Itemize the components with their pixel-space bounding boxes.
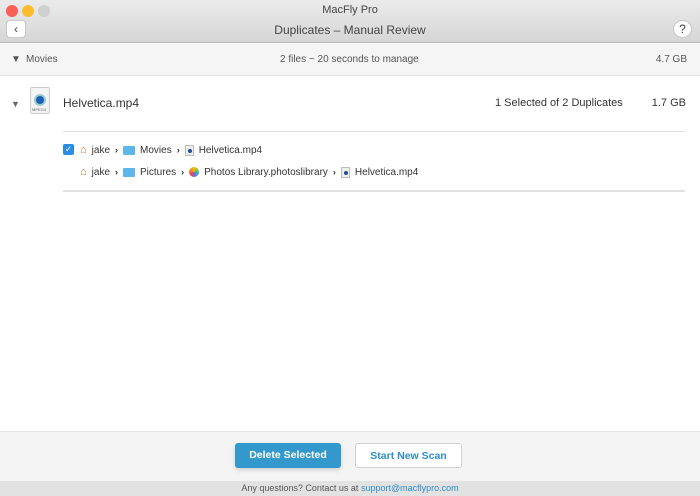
group-name: Movies	[26, 54, 58, 65]
chevron-right-icon: ›	[115, 167, 119, 177]
path-segment: Helvetica.mp4	[354, 166, 419, 178]
video-file-icon	[184, 144, 194, 156]
support-text: Any questions? Contact us at	[241, 483, 359, 493]
start-new-scan-button[interactable]: Start New Scan	[355, 443, 462, 468]
path-segment: Helvetica.mp4	[198, 144, 263, 156]
chevron-right-icon: ›	[115, 145, 119, 155]
photos-library-icon	[189, 167, 200, 177]
file-size: 1.7 GB	[651, 97, 686, 109]
selection-count: 1 Selected of 2 Duplicates	[495, 97, 623, 109]
path-segment: jake	[91, 166, 111, 178]
group-summary: 2 files ~ 20 seconds to manage	[280, 54, 419, 65]
path-segment: Photos Library.photoslibrary	[204, 166, 328, 178]
home-icon: ⌂	[80, 166, 87, 178]
support-email-link[interactable]: support@macflypro.com	[361, 483, 459, 493]
path-segment: Pictures	[140, 166, 177, 178]
mpeg4-file-icon: MPEG4	[30, 87, 50, 114]
folder-icon	[123, 167, 136, 177]
path-segment: Movies	[140, 144, 172, 156]
group-size: 4.7 GB	[655, 54, 687, 65]
duplicate-checkbox[interactable]: ✓	[63, 144, 74, 155]
chevron-right-icon: ›	[181, 167, 185, 177]
divider	[63, 190, 685, 192]
duplicate-path-2: ⌂ jake › Pictures › Photos Library.photo…	[80, 164, 418, 180]
help-button[interactable]: ?	[673, 20, 692, 38]
status-bar: Any questions? Contact us at support@mac…	[0, 481, 700, 496]
home-icon: ⌂	[80, 144, 87, 156]
video-file-icon	[340, 166, 350, 178]
file-name: Helvetica.mp4	[63, 96, 140, 110]
footer	[0, 431, 700, 481]
chevron-right-icon: ›	[332, 167, 336, 177]
chevron-right-icon: ›	[176, 145, 180, 155]
title-bar: MacFly Pro Duplicates – Manual Review ‹ …	[0, 0, 700, 43]
window-title: Duplicates – Manual Review	[274, 23, 426, 37]
disclosure-triangle-icon[interactable]: ▼	[11, 99, 20, 109]
delete-selected-button[interactable]: Delete Selected	[235, 443, 341, 468]
back-button[interactable]: ‹	[6, 20, 26, 38]
duplicate-path-1: ⌂ jake › Movies › Helvetica.mp4	[80, 142, 262, 158]
folder-icon	[123, 145, 136, 155]
divider	[63, 131, 685, 132]
app-title: MacFly Pro	[322, 4, 378, 16]
chevron-left-icon: ‹	[14, 22, 18, 36]
group-header-movies[interactable]: ▼ Movies 2 files ~ 20 seconds to manage …	[0, 44, 700, 76]
disclosure-triangle-icon[interactable]: ▼	[11, 54, 21, 65]
file-row[interactable]: ▼ MPEG4 Helvetica.mp4 1 Selected of 2 Du…	[0, 77, 700, 131]
path-segment: jake	[91, 144, 111, 156]
